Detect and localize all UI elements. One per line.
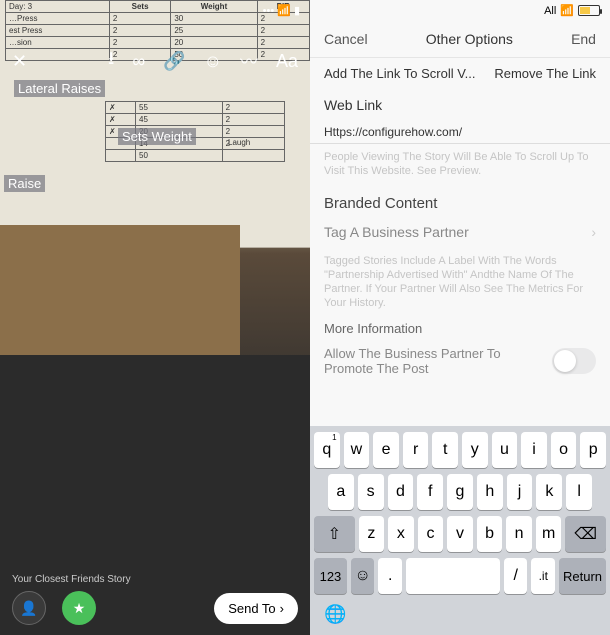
key-t[interactable]: t (432, 432, 458, 468)
key-b[interactable]: b (477, 516, 503, 552)
text-overlay-raise[interactable]: Raise (4, 175, 45, 192)
download-icon[interactable]: ⭳ (108, 46, 114, 76)
corkboard (0, 225, 240, 355)
wifi-icon: 📶 (560, 4, 574, 17)
key-o[interactable]: o (551, 432, 577, 468)
key-e[interactable]: e (373, 432, 399, 468)
emoji-key[interactable]: ☺ (351, 558, 375, 594)
url-input[interactable]: Https://configurehow.com/ (310, 121, 610, 144)
key-r[interactable]: r (403, 432, 429, 468)
story-editor-panel: Day: 3 Sets Weight PIR …Press2302 est Pr… (0, 0, 310, 635)
nav-bar: Cancel Other Options End (310, 21, 610, 57)
story-toolbar: ✕ ⭳ ∞ 🔗 ☺ 〰 Aa (0, 46, 310, 76)
promote-toggle-label: Allow The Business Partner To Promote Th… (324, 346, 524, 376)
audience-caption: Your Closest Friends Story (12, 574, 131, 585)
end-button[interactable]: End (571, 31, 596, 47)
key-y[interactable]: y (462, 432, 488, 468)
key-i[interactable]: i (521, 432, 547, 468)
key-w[interactable]: w (344, 432, 370, 468)
key-j[interactable]: j (507, 474, 533, 510)
story-bottom-bar: 👤 ★ Send To › (0, 591, 310, 625)
cancel-button[interactable]: Cancel (324, 31, 368, 47)
key-k[interactable]: k (536, 474, 562, 510)
text-icon[interactable]: Aa (276, 51, 298, 72)
key-c[interactable]: c (418, 516, 444, 552)
chevron-right-icon: › (280, 601, 284, 616)
your-story-button[interactable]: 👤 (12, 591, 46, 625)
add-link-label[interactable]: Add The Link To Scroll V... (324, 66, 476, 81)
tag-helper-text: Tagged Stories Include A Label With The … (310, 248, 610, 317)
signal-icon: ••• (263, 5, 275, 17)
branded-content-header: Branded Content (310, 185, 610, 216)
wifi-icon: 📶 (277, 4, 291, 17)
key-l[interactable]: l (566, 474, 592, 510)
key-m[interactable]: m (536, 516, 562, 552)
key-a[interactable]: a (328, 474, 354, 510)
key-p[interactable]: p (580, 432, 606, 468)
key-h[interactable]: h (477, 474, 503, 510)
key-q[interactable]: q1 (314, 432, 340, 468)
key-z[interactable]: z (359, 516, 385, 552)
ios-keyboard: q1wertyuiop asdfghjkl ⇧ zxcvbnm ⌫ 123 ☺ … (310, 426, 610, 635)
draw-icon[interactable]: 〰 (240, 48, 258, 74)
web-link-label: Web Link (310, 89, 610, 121)
link-action-row: Add The Link To Scroll V... Remove The L… (310, 57, 610, 89)
link-helper-text: People Viewing The Story Will Be Able To… (310, 144, 610, 185)
return-key[interactable]: Return (559, 558, 606, 594)
text-overlay-sets-weight[interactable]: Sets Weight (118, 128, 196, 145)
shift-key[interactable]: ⇧ (314, 516, 355, 552)
link-icon[interactable]: 🔗 (163, 51, 185, 72)
laugh-label: Laugh (228, 138, 250, 147)
period-key[interactable]: . (378, 558, 402, 594)
text-overlay-lateral[interactable]: Lateral Raises (14, 80, 105, 97)
infinity-icon[interactable]: ∞ (132, 51, 145, 72)
spacebar-key[interactable] (406, 558, 500, 594)
chevron-right-icon: › (591, 224, 596, 240)
dotcom-key[interactable]: .it (531, 558, 555, 594)
sticker-icon[interactable]: ☺ (204, 51, 222, 72)
send-to-button[interactable]: Send To › (214, 593, 298, 624)
slash-key[interactable]: / (504, 558, 528, 594)
key-f[interactable]: f (417, 474, 443, 510)
close-friends-button[interactable]: ★ (62, 591, 96, 625)
ipad-status-bar: All 📶 (310, 0, 610, 21)
promote-toggle[interactable] (552, 348, 596, 374)
key-s[interactable]: s (358, 474, 384, 510)
backspace-key[interactable]: ⌫ (565, 516, 606, 552)
key-g[interactable]: g (447, 474, 473, 510)
close-icon[interactable]: ✕ (12, 51, 27, 72)
remove-link-button[interactable]: Remove The Link (494, 66, 596, 81)
key-n[interactable]: n (506, 516, 532, 552)
promote-toggle-row: Allow The Business Partner To Promote Th… (310, 340, 610, 382)
battery-icon: ▮ (294, 4, 300, 17)
other-options-panel: All 📶 Cancel Other Options End Add The L… (310, 0, 610, 635)
more-information-link[interactable]: More Information (310, 317, 610, 340)
key-v[interactable]: v (447, 516, 473, 552)
tag-partner-row[interactable]: Tag A Business Partner › (310, 216, 610, 248)
key-u[interactable]: u (492, 432, 518, 468)
battery-icon (578, 5, 600, 16)
status-bar: ••• 📶 ▮ (263, 4, 300, 17)
globe-icon[interactable]: 🌐 (324, 604, 346, 624)
key-x[interactable]: x (388, 516, 414, 552)
key-d[interactable]: d (388, 474, 414, 510)
nav-title: Other Options (426, 31, 513, 47)
numbers-key[interactable]: 123 (314, 558, 347, 594)
